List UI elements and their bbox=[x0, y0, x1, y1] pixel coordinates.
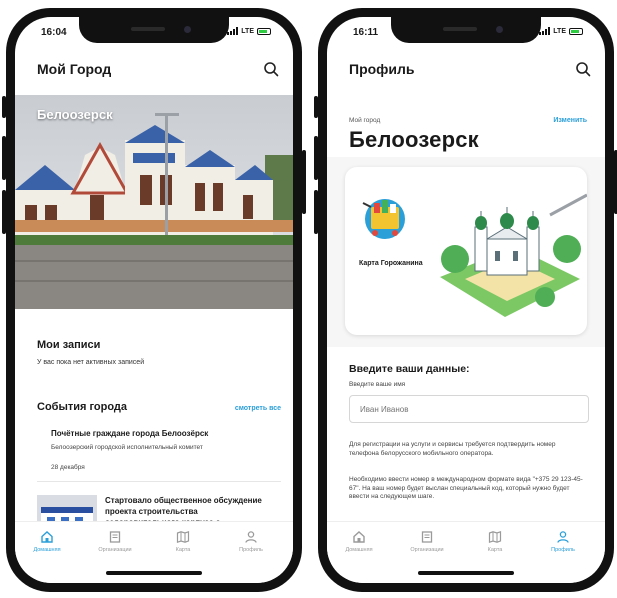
right-screen: 16:11 LTE Профиль Мой город Изменить Бел… bbox=[327, 17, 605, 583]
tab-map-label: Карта bbox=[175, 547, 191, 553]
power-button bbox=[302, 150, 306, 214]
tab-profile-label: Профиль bbox=[551, 547, 575, 553]
tab-home[interactable]: Домашняя bbox=[329, 530, 389, 553]
tab-home[interactable]: Домашняя bbox=[17, 530, 77, 553]
event-title[interactable]: Почётные граждане города Белоозёрск bbox=[51, 429, 208, 438]
app-title: Профиль bbox=[349, 61, 415, 77]
railway-station-photo bbox=[15, 95, 293, 309]
home-indicator[interactable] bbox=[418, 571, 514, 575]
change-city-link[interactable]: Изменить bbox=[553, 117, 587, 124]
tab-organizations[interactable]: Организации bbox=[85, 530, 145, 553]
hero-city-name: Белоозерск bbox=[37, 107, 113, 122]
mute-switch bbox=[2, 96, 6, 118]
event-date: 28 декабря bbox=[51, 464, 85, 471]
person-icon bbox=[557, 531, 569, 543]
battery-icon bbox=[569, 27, 583, 35]
battery-icon bbox=[257, 27, 271, 35]
volume-up-button bbox=[2, 136, 6, 180]
person-icon bbox=[245, 531, 257, 543]
volume-down-button bbox=[2, 190, 6, 234]
tab-profile-label: Профиль bbox=[239, 547, 263, 553]
city-name: Белоозерск bbox=[349, 127, 479, 152]
signal-icon bbox=[227, 27, 239, 35]
status-time: 16:11 bbox=[353, 27, 379, 38]
home-indicator[interactable] bbox=[106, 571, 202, 575]
building-icon bbox=[421, 531, 433, 543]
tab-bar: Домашняя Организации Карта Профиль bbox=[15, 521, 293, 583]
left-screen: 16:04 LTE Мой Город Белоозерск Мои запис… bbox=[15, 17, 293, 583]
building-icon bbox=[109, 531, 121, 543]
map-icon bbox=[176, 530, 190, 544]
home-icon bbox=[353, 531, 365, 543]
tab-organizations[interactable]: Организации bbox=[397, 530, 457, 553]
search-icon[interactable] bbox=[575, 61, 591, 77]
citizen-card-illustration bbox=[362, 193, 587, 317]
app-title: Мой Город bbox=[37, 61, 112, 77]
tab-profile[interactable]: Профиль bbox=[221, 530, 281, 553]
citizen-card-label: Карта Горожанина bbox=[359, 260, 423, 267]
phone-format-paragraph: Необходимо ввести номер в международном … bbox=[349, 476, 583, 500]
tab-profile[interactable]: Профиль bbox=[533, 530, 593, 553]
see-all-link[interactable]: смотреть все bbox=[235, 405, 281, 412]
notch bbox=[391, 17, 541, 43]
citizen-card[interactable]: Карта Горожанина bbox=[345, 167, 587, 335]
tab-home-label: Домашняя bbox=[33, 547, 61, 553]
tab-map-label: Карта bbox=[487, 547, 503, 553]
phone-info-paragraph: Для регистрации на услуги и сервисы треб… bbox=[349, 441, 556, 457]
app-bar: Мой Город bbox=[15, 55, 293, 83]
map-icon bbox=[488, 530, 502, 544]
my-city-label: Мой город bbox=[349, 117, 381, 124]
status-time: 16:04 bbox=[41, 27, 67, 38]
event-organizer: Белоозерский городской исполнительный ко… bbox=[51, 444, 203, 451]
volume-up-button bbox=[314, 136, 318, 180]
search-icon[interactable] bbox=[263, 61, 279, 77]
home-icon bbox=[41, 531, 53, 543]
name-input[interactable] bbox=[349, 395, 589, 423]
tab-map[interactable]: Карта bbox=[465, 530, 525, 553]
my-records-empty-text: У вас пока нет активных записей bbox=[37, 359, 145, 366]
left-phone-frame: 16:04 LTE Мой Город Белоозерск Мои запис… bbox=[2, 8, 306, 592]
tab-map[interactable]: Карта bbox=[153, 530, 213, 553]
form-title: Введите ваши данные: bbox=[349, 363, 470, 375]
my-records-title: Мои записи bbox=[37, 339, 101, 351]
notch bbox=[79, 17, 229, 43]
volume-down-button bbox=[314, 190, 318, 234]
city-hero-image[interactable]: Белоозерск bbox=[15, 95, 293, 309]
signal-icon bbox=[539, 27, 551, 35]
tab-bar: Домашняя Организации Карта Профиль bbox=[327, 521, 605, 583]
tab-organizations-label: Организации bbox=[410, 547, 444, 553]
network-type: LTE bbox=[553, 27, 566, 35]
right-phone-frame: 16:11 LTE Профиль Мой город Изменить Бел… bbox=[314, 8, 617, 592]
tab-organizations-label: Организации bbox=[98, 547, 132, 553]
network-type: LTE bbox=[241, 27, 254, 35]
city-events-title: События города bbox=[37, 401, 128, 413]
app-bar: Профиль bbox=[327, 55, 605, 83]
tab-home-label: Домашняя bbox=[345, 547, 373, 553]
mute-switch bbox=[314, 96, 318, 118]
divider bbox=[37, 481, 281, 482]
name-field-label: Введите ваше имя bbox=[349, 381, 406, 388]
